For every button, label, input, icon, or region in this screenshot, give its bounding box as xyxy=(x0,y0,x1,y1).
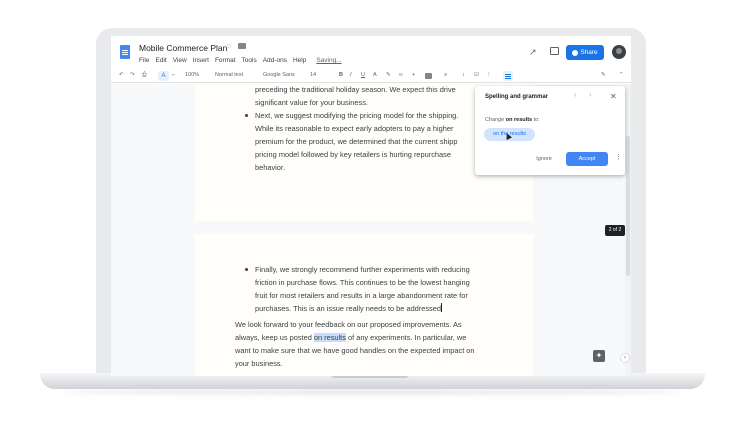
formatting-toolbar: ↶ ↷ ⎙ A ⌐ 100% Normal text Google Sans 1… xyxy=(111,70,631,83)
page2-bullet-line-4: purchases. This is an issue really needs… xyxy=(255,302,442,315)
font-size-select[interactable]: 14 xyxy=(310,72,316,78)
comments-icon[interactable] xyxy=(550,47,559,55)
share-label: Share xyxy=(580,49,598,56)
ignore-button[interactable]: Ignore xyxy=(527,152,561,166)
menu-insert[interactable]: Insert xyxy=(193,57,209,64)
page1-bullet-line-4: pricing model followed by key retailers … xyxy=(255,150,451,159)
activity-trend-icon[interactable]: ↗ xyxy=(529,47,537,58)
font-select[interactable]: Google Sans xyxy=(263,72,295,78)
share-button[interactable]: Share xyxy=(566,45,604,60)
undo-icon[interactable]: ↶ xyxy=(119,72,124,78)
page1-bullet-line-1: Next, we suggest modifying the pricing m… xyxy=(255,111,459,120)
page2-para-line-4: your business. xyxy=(235,359,283,368)
text-cursor xyxy=(440,303,442,312)
italic-icon[interactable]: I xyxy=(350,72,352,78)
saving-status[interactable]: Saving... xyxy=(316,57,341,64)
menu-edit[interactable]: Edit xyxy=(155,57,166,64)
menu-view[interactable]: View xyxy=(173,57,187,64)
person-icon xyxy=(572,49,579,56)
insert-image-icon[interactable] xyxy=(425,73,432,79)
page1-bullet-line-2: While its reasonable to expect early ado… xyxy=(255,124,454,133)
menu-format[interactable]: Format xyxy=(215,57,236,64)
text-color-icon[interactable]: A xyxy=(373,72,377,78)
change-word: on results xyxy=(505,117,533,123)
menu-help[interactable]: Help xyxy=(293,57,306,64)
change-prompt: Change on results to: xyxy=(485,117,540,123)
checklist-icon[interactable]: ☑ xyxy=(474,72,479,78)
add-comment-icon[interactable]: + xyxy=(412,72,415,78)
page2-bullet-line-1: Finally, we strongly recommend further e… xyxy=(255,265,470,274)
collapse-icon[interactable]: ⌃ xyxy=(619,72,624,78)
menu-file[interactable]: File xyxy=(139,57,149,64)
align-icon[interactable]: ≡ xyxy=(444,72,447,78)
page1-bullet-line-5: behavior. xyxy=(255,163,285,172)
highlight-icon[interactable]: ✎ xyxy=(386,72,391,78)
avatar[interactable] xyxy=(612,45,626,59)
page2-para-line-1: We look forward to your feedback on our … xyxy=(235,320,462,329)
title-bar: Mobile Commerce Plan ☆ File Edit View In… xyxy=(111,36,631,70)
next-suggestion-icon[interactable]: › xyxy=(589,92,591,99)
paint-format-icon[interactable]: ⌐ xyxy=(172,72,175,78)
menu-tools[interactable]: Tools xyxy=(242,57,257,64)
line-spacing-icon[interactable]: ↕ xyxy=(462,72,465,78)
explore-icon[interactable]: ✦ xyxy=(593,350,605,362)
folder-icon[interactable] xyxy=(238,43,246,49)
print-icon[interactable]: ⎙ xyxy=(142,72,146,79)
laptop-shadow xyxy=(60,389,685,395)
underline-icon[interactable]: U xyxy=(361,72,365,78)
docs-logo-icon[interactable] xyxy=(120,45,130,59)
page2-para-line-2: always, keep us posted on results of any… xyxy=(235,331,466,344)
para-text-before: always, keep us posted xyxy=(235,333,314,342)
menu-bar: File Edit View Insert Format Tools Add-o… xyxy=(139,57,342,64)
docs-window: Mobile Commerce Plan ☆ File Edit View In… xyxy=(111,36,631,376)
bulleted-list-icon[interactable]: ⁝ xyxy=(488,72,490,78)
previous-suggestion-icon[interactable]: ‹ xyxy=(574,92,576,99)
page2-bullet-line-4-text: purchases. This is an issue really needs… xyxy=(255,304,441,313)
close-icon[interactable]: ✕ xyxy=(610,92,617,101)
star-icon[interactable]: ☆ xyxy=(226,42,232,50)
accept-button[interactable]: Accept xyxy=(566,152,608,166)
page1-lead-line-1: preceding the traditional holiday season… xyxy=(255,85,456,94)
editing-mode-icon[interactable]: ✎ xyxy=(601,72,606,78)
side-panel-toggle-icon[interactable]: › xyxy=(620,353,630,363)
page2-bullet-line-3: fruit for most retailers and results in … xyxy=(255,291,468,300)
page2-bullet-line-2: friction in purchase flows. This continu… xyxy=(255,278,470,287)
bold-icon[interactable]: B xyxy=(339,72,343,78)
menu-addons[interactable]: Add-ons xyxy=(263,57,287,64)
page-indicator: 2 of 2 xyxy=(605,225,625,236)
bullet-marker xyxy=(245,114,248,117)
page2-para-line-3: want to make sure that we have good hand… xyxy=(235,346,475,355)
change-suffix: to: xyxy=(532,117,540,123)
spelling-grammar-panel: Spelling and grammar ‹ › ✕ Change on res… xyxy=(475,86,625,175)
change-prefix: Change xyxy=(485,117,506,123)
para-text-after: of any experiments. In particular, we xyxy=(345,333,467,342)
document-title[interactable]: Mobile Commerce Plan xyxy=(139,43,227,53)
page1-bullet-line-3: premium for the product, we determined t… xyxy=(255,137,458,146)
redo-icon[interactable]: ↷ xyxy=(130,72,135,78)
spellcheck-icon[interactable]: A xyxy=(158,71,169,81)
page1-lead-line-2: significant value for your business. xyxy=(255,98,368,107)
zoom-select[interactable]: 100% xyxy=(185,72,199,78)
style-select[interactable]: Normal text xyxy=(215,72,243,78)
flagged-phrase[interactable]: on results xyxy=(313,333,346,342)
panel-title: Spelling and grammar xyxy=(485,94,549,100)
more-options-icon[interactable]: ⋮ xyxy=(615,153,622,161)
link-icon[interactable]: ∞ xyxy=(399,72,403,78)
numbered-list-icon[interactable] xyxy=(503,71,513,81)
bullet-marker xyxy=(245,268,248,271)
scrollbar-thumb[interactable] xyxy=(626,136,630,276)
